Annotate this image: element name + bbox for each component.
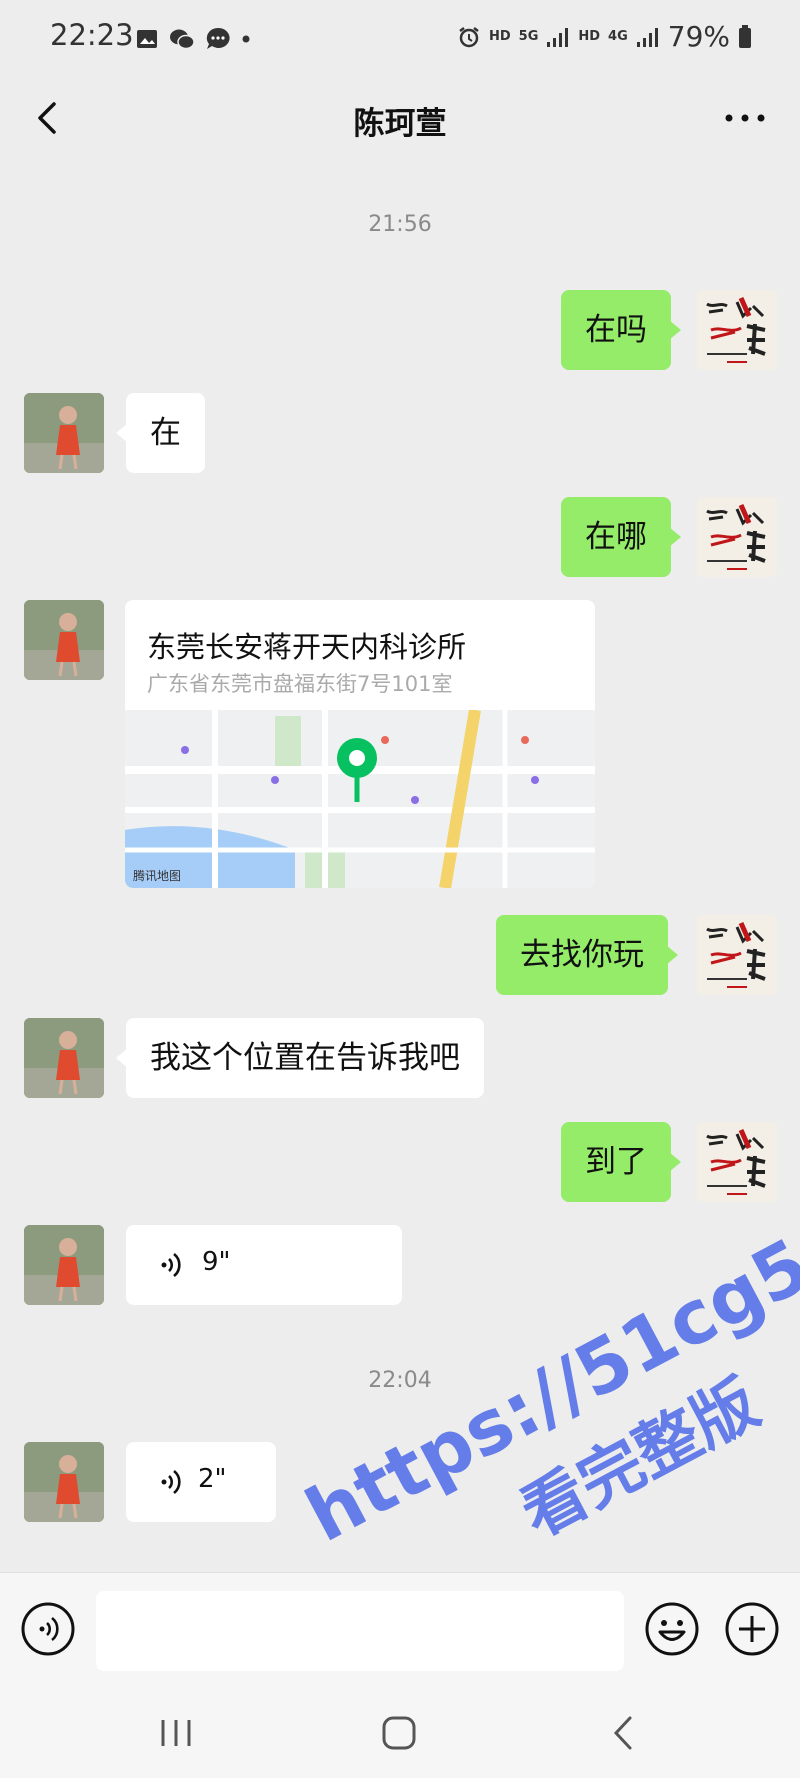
- their-message-bubble[interactable]: 我这个位置在告诉我吧: [116, 1018, 484, 1098]
- calligraphy-avatar-icon: [697, 1122, 777, 1202]
- net-label-2: 5G: [518, 29, 539, 44]
- home-icon[interactable]: [380, 1714, 418, 1752]
- their-message-bubble[interactable]: 在: [116, 393, 205, 473]
- system-nav-bar: [0, 1688, 800, 1778]
- child-photo-icon: [24, 600, 104, 680]
- map-illustration: [125, 710, 595, 888]
- voice-mode-icon[interactable]: [20, 1601, 76, 1657]
- location-message-card[interactable]: 东莞长安蒋开天内科诊所 广东省东莞市盘福东街7号101室 腾讯地图: [125, 600, 595, 888]
- voice-duration: 2": [198, 1464, 227, 1494]
- more-icon[interactable]: [720, 96, 770, 140]
- battery-percent: 79%: [667, 20, 730, 53]
- dot-icon: [242, 35, 250, 43]
- net-label-3: HD: [578, 29, 601, 44]
- calligraphy-avatar-icon: [697, 915, 777, 995]
- chat-header: 陈珂萱: [0, 80, 800, 156]
- back-nav-icon[interactable]: [608, 1714, 638, 1752]
- net-label-4: 4G: [608, 29, 628, 44]
- time-separator: 21:56: [368, 212, 432, 237]
- my-avatar[interactable]: [697, 915, 777, 995]
- voice-message-bubble[interactable]: 9": [126, 1225, 402, 1305]
- recent-apps-icon[interactable]: [158, 1716, 194, 1750]
- child-photo-icon: [24, 1018, 104, 1098]
- battery-icon: [739, 24, 751, 48]
- location-map: 腾讯地图: [125, 710, 595, 888]
- alarm-icon: [459, 26, 479, 47]
- wechat-notification-icon: [170, 29, 195, 50]
- child-photo-icon: [24, 1442, 104, 1522]
- message-input[interactable]: [96, 1591, 624, 1671]
- signal-icon: [547, 27, 569, 47]
- plus-icon[interactable]: [724, 1601, 780, 1657]
- voice-message-bubble[interactable]: 2": [126, 1442, 276, 1522]
- voice-wave-icon: [161, 1252, 181, 1278]
- emoji-icon[interactable]: [644, 1601, 700, 1657]
- my-message-bubble[interactable]: 到了: [561, 1122, 681, 1202]
- chat-title: 陈珂萱: [353, 106, 447, 142]
- status-bar: 22:23 HD 5G HD 4G 79%: [0, 0, 800, 80]
- my-message-bubble[interactable]: 在哪: [561, 497, 681, 577]
- signal-icon-2: [636, 27, 658, 47]
- message-notification-icon: [206, 27, 230, 49]
- voice-wave-icon: [161, 1469, 181, 1495]
- child-photo-icon: [24, 393, 104, 473]
- location-address: 广东省东莞市盘福东街7号101室: [147, 672, 453, 696]
- image-notification-icon: [137, 30, 157, 48]
- contact-avatar[interactable]: [24, 1442, 104, 1522]
- my-avatar[interactable]: [697, 497, 777, 577]
- voice-duration: 9": [202, 1247, 231, 1277]
- calligraphy-avatar-icon: [697, 497, 777, 577]
- contact-avatar[interactable]: [24, 393, 104, 473]
- contact-avatar[interactable]: [24, 1018, 104, 1098]
- location-name: 东莞长安蒋开天内科诊所: [147, 630, 467, 664]
- input-bar: [0, 1572, 800, 1689]
- child-photo-icon: [24, 1225, 104, 1305]
- status-time: 22:23: [50, 18, 134, 52]
- my-avatar[interactable]: [697, 1122, 777, 1202]
- map-credit: 腾讯地图: [133, 869, 182, 883]
- status-right: HD 5G HD 4G 79%: [457, 20, 752, 53]
- my-message-bubble[interactable]: 去找你玩: [496, 915, 678, 995]
- calligraphy-avatar-icon: [697, 290, 777, 370]
- my-avatar[interactable]: [697, 290, 777, 370]
- contact-avatar[interactable]: [24, 600, 104, 680]
- time-separator: 22:04: [368, 1368, 432, 1393]
- contact-avatar[interactable]: [24, 1225, 104, 1305]
- net-label-1: HD: [488, 29, 511, 44]
- my-message-bubble[interactable]: 在吗: [561, 290, 681, 370]
- notification-icons: [135, 26, 251, 52]
